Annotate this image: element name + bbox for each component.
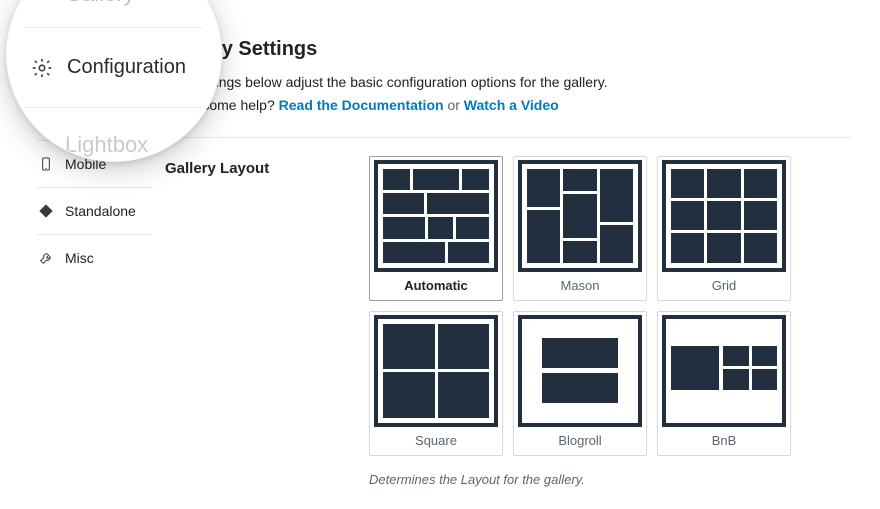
standalone-icon bbox=[37, 202, 55, 220]
watch-video-link[interactable]: Watch a Video bbox=[464, 97, 559, 113]
layout-helper-text: Determines the Layout for the gallery. bbox=[369, 472, 791, 487]
layout-option-automatic[interactable]: Automatic bbox=[369, 156, 503, 301]
read-docs-link[interactable]: Read the Documentation bbox=[279, 97, 444, 113]
sidebar-item-label: Misc bbox=[65, 250, 94, 266]
layout-options: Automatic Mason bbox=[369, 156, 791, 487]
lens-item-above: Gallery bbox=[25, 0, 203, 28]
layout-option-blogroll[interactable]: Blogroll bbox=[513, 311, 647, 456]
settings-description: The settings below adjust the basic conf… bbox=[165, 73, 850, 92]
layout-option-square[interactable]: Square bbox=[369, 311, 503, 456]
or-text: or bbox=[447, 97, 459, 113]
help-prefix: Need some help? bbox=[165, 97, 275, 113]
sidebar-item-misc[interactable]: Misc bbox=[37, 235, 152, 281]
divider bbox=[165, 137, 850, 138]
blogroll-thumb bbox=[518, 315, 642, 427]
help-line: Need some help? Read the Documentation o… bbox=[165, 96, 850, 115]
sidebar: Mobile Standalone Misc bbox=[37, 140, 152, 281]
sidebar-item-standalone[interactable]: Standalone bbox=[37, 188, 152, 235]
grid-thumb bbox=[662, 160, 786, 272]
mason-thumb bbox=[518, 160, 642, 272]
square-thumb bbox=[374, 315, 498, 427]
layout-option-label: Automatic bbox=[404, 272, 468, 297]
gear-icon bbox=[31, 57, 53, 79]
main-panel: Gallery Settings The settings below adju… bbox=[165, 38, 850, 509]
layout-option-mason[interactable]: Mason bbox=[513, 156, 647, 301]
layout-option-label: Square bbox=[415, 427, 457, 452]
layout-option-grid[interactable]: Grid bbox=[657, 156, 791, 301]
layout-option-label: Blogroll bbox=[558, 427, 601, 452]
layout-option-label: Mason bbox=[560, 272, 599, 297]
bnb-thumb bbox=[662, 315, 786, 427]
gallery-layout-row: Gallery Layout Automatic bbox=[165, 156, 850, 487]
page-title: Gallery Settings bbox=[165, 38, 850, 61]
sidebar-item-label: Mobile bbox=[65, 156, 106, 172]
layout-option-bnb[interactable]: BnB bbox=[657, 311, 791, 456]
wrench-icon bbox=[37, 249, 55, 267]
sidebar-item-label: Standalone bbox=[65, 203, 136, 219]
automatic-thumb bbox=[374, 160, 498, 272]
layout-option-label: Grid bbox=[712, 272, 737, 297]
gallery-layout-label: Gallery Layout bbox=[165, 156, 345, 177]
mobile-icon bbox=[37, 155, 55, 173]
layout-option-label: BnB bbox=[712, 427, 737, 452]
sidebar-item-mobile[interactable]: Mobile bbox=[37, 140, 152, 188]
